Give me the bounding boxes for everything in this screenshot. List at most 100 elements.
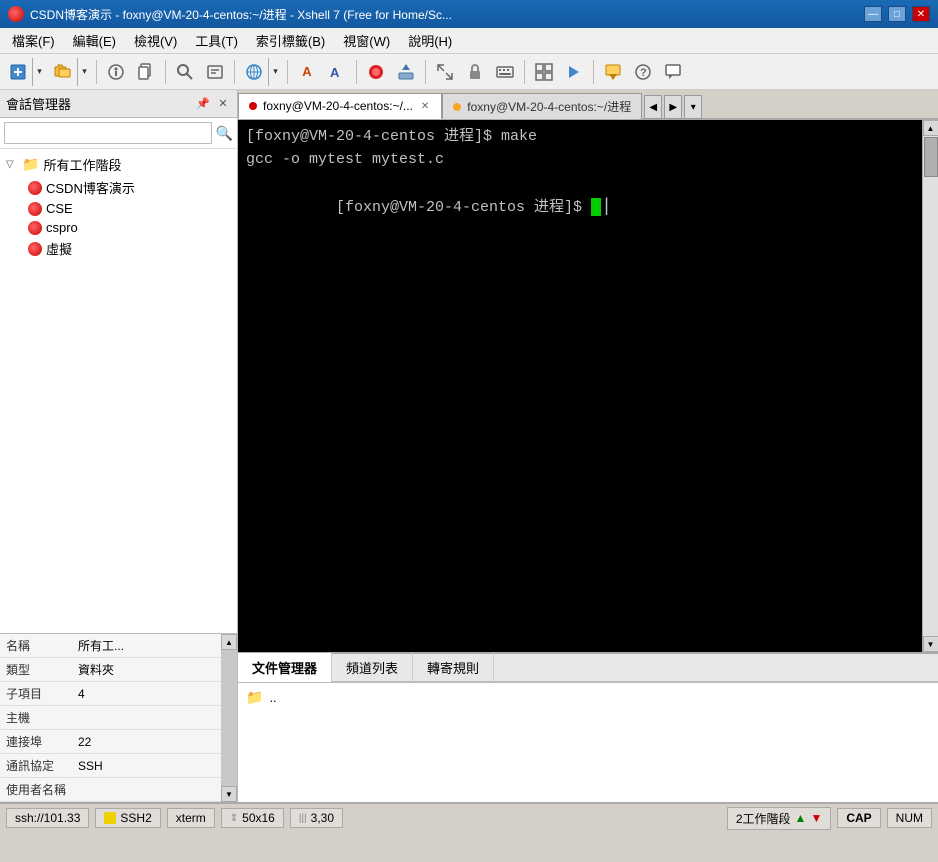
- tree-item-label-csdn: CSDN博客演示: [46, 178, 135, 197]
- right-panel: foxny@VM-20-4-centos:~/... ✕ foxny@VM-20…: [238, 90, 938, 802]
- tab-bar: foxny@VM-20-4-centos:~/... ✕ foxny@VM-20…: [238, 90, 938, 120]
- session-icon-virtual: [28, 242, 42, 256]
- prop-value: SSH: [72, 754, 221, 778]
- download-button[interactable]: [599, 58, 627, 86]
- tab-nav-menu[interactable]: ▾: [684, 95, 702, 119]
- new-session-button[interactable]: [4, 58, 32, 86]
- tab-dot-0: [249, 102, 257, 110]
- prop-key: 使用者名稱: [0, 778, 72, 802]
- search-button[interactable]: [171, 58, 199, 86]
- bottom-tab-channels[interactable]: 頻道列表: [332, 653, 413, 683]
- toolbar-separator-2: [165, 60, 166, 84]
- menu-tabs[interactable]: 索引標籤(B): [248, 28, 333, 53]
- find-button[interactable]: [201, 58, 229, 86]
- upload-button[interactable]: [392, 58, 420, 86]
- prop-key: 子項目: [0, 682, 72, 706]
- terminal[interactable]: [foxny@VM-20-4-centos 进程]$ make gcc -o m…: [238, 120, 922, 652]
- close-button[interactable]: ✕: [912, 6, 930, 22]
- tab-nav-next[interactable]: ▶: [664, 95, 682, 119]
- scroll-up-arrow[interactable]: ▲: [221, 634, 237, 650]
- keyboard-button[interactable]: [491, 58, 519, 86]
- tree-expand-icon: ▽: [6, 159, 18, 170]
- status-num-label: NUM: [896, 811, 923, 825]
- close-sidebar-button[interactable]: ✕: [215, 96, 231, 112]
- tab-0[interactable]: foxny@VM-20-4-centos:~/... ✕: [238, 93, 442, 119]
- tree-item-cspro[interactable]: cspro: [0, 218, 237, 237]
- terminal-scroll-down[interactable]: ▼: [923, 636, 938, 652]
- new-session-dropdown[interactable]: ▾: [32, 58, 46, 86]
- menu-help[interactable]: 說明(H): [400, 28, 460, 53]
- tree-item-label-virtual: 虛擬: [46, 239, 72, 258]
- globe-button[interactable]: [240, 58, 268, 86]
- prop-value: [72, 706, 221, 730]
- font-button[interactable]: A: [293, 58, 321, 86]
- menu-file[interactable]: 檔案(F): [4, 28, 63, 53]
- pin-button[interactable]: 📌: [195, 96, 211, 112]
- prop-value: [72, 778, 221, 802]
- red-circle-button[interactable]: [362, 58, 390, 86]
- toolbar-separator-3: [234, 60, 235, 84]
- status-ssh-prefix: ssh://101.33: [6, 808, 89, 828]
- font2-button[interactable]: A: [323, 58, 351, 86]
- menu-tools[interactable]: 工具(T): [187, 28, 246, 53]
- status-size-label: 50x16: [242, 811, 275, 825]
- terminal-scroll-thumb[interactable]: [924, 137, 938, 177]
- toolbar-separator-5: [356, 60, 357, 84]
- tab-close-0[interactable]: ✕: [419, 100, 431, 113]
- open-dropdown[interactable]: ▾: [77, 58, 91, 86]
- tab-label-1: foxny@VM-20-4-centos:~/进程: [467, 98, 631, 115]
- menu-window[interactable]: 視窗(W): [335, 28, 398, 53]
- properties-table: 名稱所有工...類型資料夾子項目4主機連接埠22通訊協定SSH使用者名稱: [0, 634, 221, 802]
- toolbar: ▾ ▾ ▾ A A: [0, 54, 938, 90]
- tree-item-cse[interactable]: CSE: [0, 199, 237, 218]
- terminal-scroll-up[interactable]: ▲: [923, 120, 938, 136]
- terminal-scrollbar[interactable]: ▲ ▼: [922, 120, 938, 652]
- menu-view[interactable]: 檢視(V): [126, 28, 185, 53]
- sidebar-scrollbar[interactable]: ▲ ▼: [221, 634, 237, 802]
- minimize-button[interactable]: —: [864, 6, 882, 22]
- copy-button[interactable]: [132, 58, 160, 86]
- message-button[interactable]: [659, 58, 687, 86]
- status-ssh2-label: SSH2: [120, 811, 151, 825]
- bottom-tab-files[interactable]: 文件管理器: [238, 653, 332, 683]
- status-pos-label: 3,30: [311, 811, 334, 825]
- bottom-tab-rules[interactable]: 轉寄規則: [413, 653, 494, 683]
- expand-button[interactable]: [431, 58, 459, 86]
- scroll-down-arrow[interactable]: ▼: [221, 786, 237, 802]
- arrow-button[interactable]: [560, 58, 588, 86]
- session-icon-csdn: [28, 181, 42, 195]
- terminal-scroll-track: [923, 136, 938, 636]
- status-cap: CAP: [837, 808, 880, 828]
- tree-area: ▽ 📁 所有工作階段 CSDN博客演示 CSE cspro 虛擬: [0, 149, 237, 633]
- session-manager-header: 會話管理器 📌 ✕: [0, 90, 237, 118]
- lock-button[interactable]: [461, 58, 489, 86]
- tree-item-virtual[interactable]: 虛擬: [0, 237, 237, 260]
- help-button[interactable]: ?: [629, 58, 657, 86]
- app-icon: [8, 6, 24, 22]
- globe-dropdown[interactable]: ▾: [268, 58, 282, 86]
- tab-1[interactable]: foxny@VM-20-4-centos:~/进程: [442, 93, 642, 119]
- file-item-parent[interactable]: 📁 ..: [246, 687, 930, 708]
- title-bar: CSDN博客演示 - foxny@VM-20-4-centos:~/进程 - X…: [0, 0, 938, 28]
- toolbar-separator-4: [287, 60, 288, 84]
- search-input[interactable]: [4, 122, 212, 144]
- open-button[interactable]: [49, 58, 77, 86]
- prop-value: 所有工...: [72, 634, 221, 658]
- status-up-arrow: ▲: [795, 811, 807, 825]
- tab-label-0: foxny@VM-20-4-centos:~/...: [263, 99, 413, 113]
- tree-item-csdn[interactable]: CSDN博客演示: [0, 176, 237, 199]
- terminal-container: [foxny@VM-20-4-centos 进程]$ make gcc -o m…: [238, 120, 938, 652]
- status-size: ⇕ 50x16: [221, 808, 284, 828]
- status-key-icon: [104, 812, 116, 824]
- grid-button[interactable]: [530, 58, 558, 86]
- folder-icon-parent: 📁: [246, 689, 263, 706]
- properties-button[interactable]: [102, 58, 130, 86]
- terminal-cursor: [591, 198, 601, 216]
- maximize-button[interactable]: □: [888, 6, 906, 22]
- session-icon-cspro: [28, 221, 42, 235]
- tab-nav-prev[interactable]: ◀: [644, 95, 662, 119]
- tree-root-item[interactable]: ▽ 📁 所有工作階段: [0, 153, 237, 176]
- menu-edit[interactable]: 編輯(E): [65, 28, 124, 53]
- status-workspace-label: 2工作階段: [736, 810, 791, 827]
- bottom-tab-bar: 文件管理器 頻道列表 轉寄規則: [238, 652, 938, 682]
